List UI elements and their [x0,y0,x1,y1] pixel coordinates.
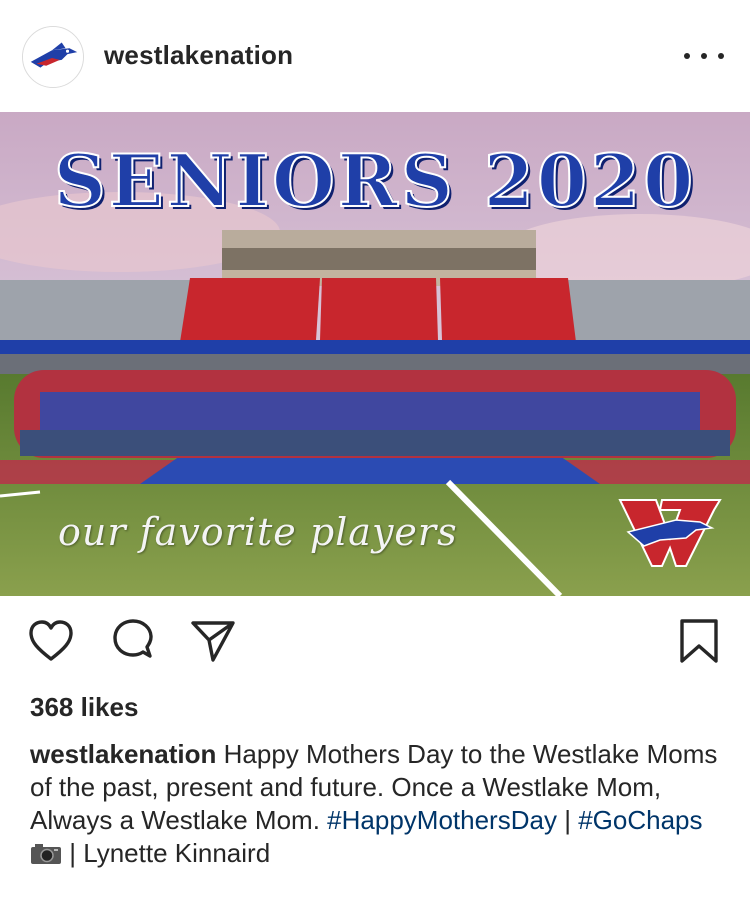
likes-count[interactable]: 368 likes [30,692,138,723]
post-caption: westlakenation Happy Mothers Day to the … [30,738,730,870]
post-image[interactable]: SENIORS 2020 our favorite players [0,112,750,596]
send-icon[interactable] [186,614,240,668]
hashtag-happymothersday[interactable]: #HappyMothersDay [327,805,557,835]
avatar[interactable] [22,26,84,88]
post-header: westlakenation [0,0,750,112]
caption-separator: | [564,805,571,835]
caption-username[interactable]: westlakenation [30,739,216,769]
chaparral-bird-logo-icon [23,27,83,87]
camera-emoji-icon [30,840,62,864]
post-username[interactable]: westlakenation [104,40,293,71]
dot [718,53,724,59]
dot [684,53,690,59]
comment-icon[interactable] [106,614,160,668]
hashtag-gochaps[interactable]: #GoChaps [578,805,702,835]
photo-credit: | Lynette Kinnaird [69,838,271,868]
dot [701,53,707,59]
bookmark-icon[interactable] [672,614,726,668]
image-headline: SENIORS 2020 [53,137,697,224]
heart-icon[interactable] [24,614,78,668]
more-options-icon[interactable] [684,40,724,72]
westlake-w-logo-icon [618,499,722,567]
image-script-caption: our favorite players [58,510,458,554]
action-bar [0,596,750,688]
